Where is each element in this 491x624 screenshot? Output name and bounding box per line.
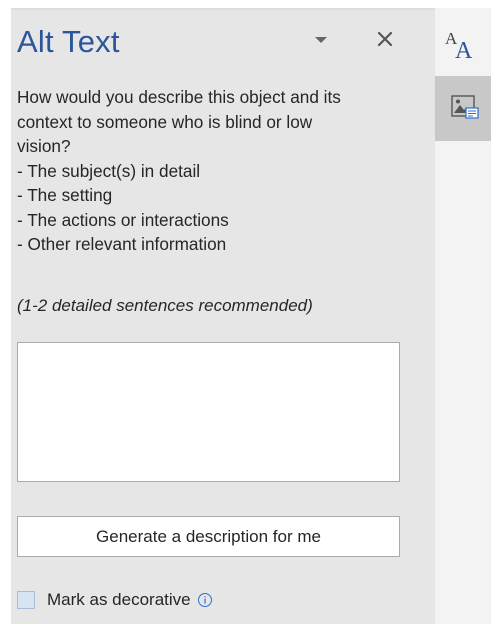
generate-description-button[interactable]: Generate a description for me [17,516,400,557]
mark-decorative-row: Mark as decorative [17,586,213,614]
alt-text-input[interactable] [17,342,400,482]
rail-alt-text-button[interactable] [435,76,491,141]
mark-decorative-label: Mark as decorative [47,590,191,609]
instruction-line: vision? [17,136,71,156]
info-icon[interactable] [197,592,213,608]
instruction-line: - Other relevant information [17,234,227,254]
rail-font-button[interactable]: A A [440,24,486,68]
svg-text:A: A [455,38,473,64]
alt-text-instructions: How would you describe this object and i… [17,85,407,257]
alt-text-icon [451,95,479,119]
instruction-line: context to someone who is blind or low [17,111,313,132]
instruction-line: - The setting [17,185,113,205]
app-window: Alt Text How would you describe this obj… [0,0,491,624]
close-pane-button[interactable] [372,26,398,52]
mark-decorative-checkbox[interactable] [17,591,35,609]
pane-options-button[interactable] [309,28,333,52]
close-icon [377,31,393,47]
font-size-icon: A A [445,29,473,64]
instruction-line: - The actions or interactions [17,209,229,230]
instruction-line: - The subject(s) in detail [17,160,201,181]
sentence-hint: (1-2 detailed sentences recommended) [17,296,313,315]
pane-title: Alt Text [17,24,120,59]
instruction-line: How would you describe this object and i… [17,87,341,107]
chevron-down-icon [315,37,327,43]
